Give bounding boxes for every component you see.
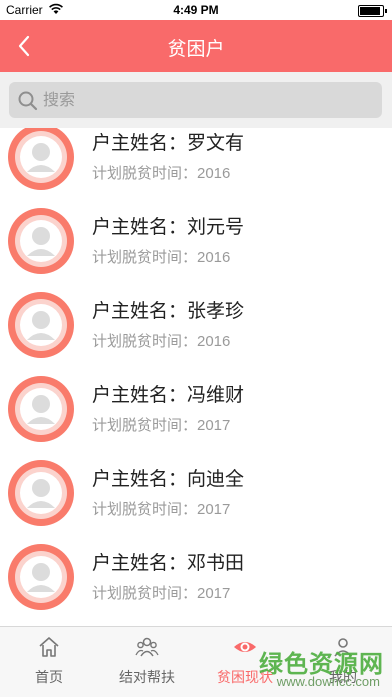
page-title: 贫困户	[167, 39, 225, 60]
tab-label: 贫困现状	[217, 669, 273, 685]
clock: 4:49 PM	[173, 3, 219, 17]
householder-name: 户主姓名：冯维财	[92, 385, 245, 406]
tab-mine[interactable]: 我的	[294, 627, 392, 697]
battery-icon	[358, 5, 387, 17]
planned-exit-year: 计划脱贫时间：2016	[92, 333, 231, 350]
person-icon	[334, 638, 352, 657]
householder-name: 户主姓名：刘元号	[92, 217, 245, 238]
tab-pairing-assistance[interactable]: 结对帮扶	[98, 627, 196, 697]
avatar-icon	[8, 128, 74, 190]
tab-label: 结对帮扶	[119, 669, 175, 685]
tab-home[interactable]: 首页	[0, 627, 98, 697]
householder-name: 户主姓名：张孝珍	[92, 301, 245, 322]
householder-name: 户主姓名：罗文有	[92, 133, 245, 154]
search-input[interactable]	[41, 88, 375, 114]
eye-icon	[234, 642, 256, 652]
planned-exit-year: 计划脱贫时间：2017	[92, 501, 231, 518]
home-icon	[39, 637, 59, 657]
people-icon	[135, 637, 159, 657]
list-item[interactable]: 户主姓名：刘元号 计划脱贫时间：2016	[0, 198, 392, 283]
avatar-icon	[8, 376, 74, 442]
list-item[interactable]: 户主姓名：张孝珍 计划脱贫时间：2016	[0, 282, 392, 367]
tab-label: 首页	[35, 669, 63, 685]
list-item[interactable]: 户主姓名：向迪全 计划脱贫时间：2017	[0, 450, 392, 535]
avatar-icon	[8, 544, 74, 610]
tab-label: 我的	[329, 669, 357, 685]
avatar-icon	[8, 292, 74, 358]
avatar-icon	[8, 460, 74, 526]
list-item[interactable]: 户主姓名：冯维财 计划脱贫时间：2017	[0, 366, 392, 451]
householder-name: 户主姓名：向迪全	[92, 469, 245, 490]
search-box[interactable]	[9, 82, 382, 118]
householder-name: 户主姓名：邓书田	[92, 553, 245, 574]
household-list: 户主姓名：罗文有 计划脱贫时间：2016 户主姓名：刘元号 计划脱贫时间：201…	[0, 128, 392, 626]
list-item[interactable]: 户主姓名：罗文有 计划脱贫时间：2016	[0, 128, 392, 199]
planned-exit-year: 计划脱贫时间：2017	[92, 585, 231, 602]
list-item-partial[interactable]	[0, 618, 392, 626]
planned-exit-year: 计划脱贫时间：2016	[92, 249, 231, 266]
tab-bar: 首页 结对帮扶 贫困现状 我的	[0, 626, 392, 697]
list-item[interactable]: 户主姓名：邓书田 计划脱贫时间：2017	[0, 534, 392, 619]
search-icon	[18, 91, 38, 111]
planned-exit-year: 计划脱贫时间：2017	[92, 417, 231, 434]
status-bar: Carrier 4:49 PM	[0, 0, 392, 20]
tab-poverty-status[interactable]: 贫困现状	[196, 627, 294, 697]
planned-exit-year: 计划脱贫时间：2016	[92, 165, 231, 182]
nav-bar: 贫困户	[0, 20, 392, 72]
avatar-icon	[8, 208, 74, 274]
search-bar	[0, 72, 392, 128]
